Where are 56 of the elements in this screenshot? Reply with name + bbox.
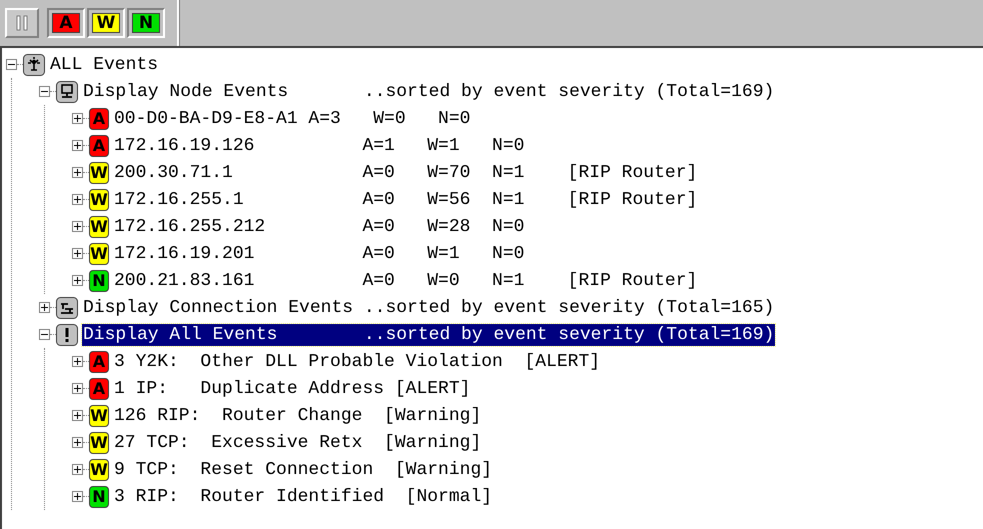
tree-item[interactable]: Display Connection Events ..sorted by event severity (Total=165)	[82, 296, 776, 318]
tree-item[interactable]: 3 Y2K: Other DLL Probable Violation [ALERT]	[113, 350, 602, 372]
tree-item[interactable]: 9 TCP: Reset Connection [Warning]	[113, 458, 494, 480]
warning-badge: W	[89, 242, 109, 264]
expand-toggle[interactable]	[72, 140, 83, 151]
warning-filter-button[interactable]: W	[87, 8, 125, 38]
tree-item[interactable]: 172.16.255.1 A=0 W=56 N=1 [RIP Router]	[113, 188, 698, 210]
tree-item[interactable]: 172.16.19.201 A=0 W=1 N=0	[113, 242, 526, 264]
tree-item[interactable]: ALL Events	[49, 54, 160, 76]
warning-badge: W	[89, 458, 109, 480]
normal-badge: N	[89, 486, 109, 508]
tree-item[interactable]: Display All Events ..sorted by event severity (Total=169)	[82, 324, 776, 346]
all-group-icon	[56, 324, 78, 346]
tree-item[interactable]: 172.16.255.212 A=0 W=28 N=0	[113, 216, 526, 238]
alert-badge: A	[89, 134, 109, 156]
warning-badge: W	[89, 188, 109, 210]
collapse-toggle[interactable]	[39, 329, 50, 340]
connections-group-icon	[56, 296, 78, 318]
expand-toggle[interactable]	[39, 302, 50, 313]
expand-toggle[interactable]	[72, 491, 83, 502]
normal-badge: N	[89, 270, 109, 292]
expand-toggle[interactable]	[72, 167, 83, 178]
expand-toggle[interactable]	[72, 383, 83, 394]
tree-item[interactable]: 126 RIP: Router Change [Warning]	[113, 404, 482, 426]
tree-item[interactable]: 27 TCP: Excessive Retx [Warning]	[113, 432, 482, 454]
expand-toggle[interactable]	[72, 221, 83, 232]
tree-item[interactable]: 1 IP: Duplicate Address [ALERT]	[113, 378, 472, 400]
alert-badge: A	[89, 108, 109, 130]
tree-item[interactable]: Display Node Events ..sorted by event severity (Total=169)	[82, 80, 776, 102]
warning-badge: W	[89, 162, 109, 184]
expand-toggle[interactable]	[72, 437, 83, 448]
alert-badge: A	[89, 378, 109, 400]
expand-toggle[interactable]	[72, 194, 83, 205]
collapse-toggle[interactable]	[6, 59, 17, 70]
expand-toggle[interactable]	[72, 464, 83, 475]
warning-badge: W	[89, 216, 109, 238]
nodes-group-icon	[56, 80, 78, 102]
expand-toggle[interactable]	[72, 275, 83, 286]
expand-toggle[interactable]	[72, 248, 83, 259]
expand-toggle[interactable]	[72, 113, 83, 124]
normal-filter-button[interactable]: N	[127, 8, 165, 38]
root-group-icon	[23, 54, 45, 76]
expand-toggle[interactable]	[72, 410, 83, 421]
pause-icon	[15, 15, 29, 31]
alert-badge: A	[89, 350, 109, 372]
collapse-toggle[interactable]	[39, 86, 50, 97]
expand-toggle[interactable]	[72, 356, 83, 367]
warning-badge: W	[89, 432, 109, 454]
alert-filter-button[interactable]: A	[47, 8, 85, 38]
pause-button[interactable]	[5, 8, 39, 38]
tree-item[interactable]: 3 RIP: Router Identified [Normal]	[113, 486, 494, 508]
tree-item[interactable]: 172.16.19.126 A=1 W=1 N=0	[113, 134, 526, 156]
warning-badge: W	[89, 404, 109, 426]
tree-item[interactable]: 200.21.83.161 A=0 W=0 N=1 [RIP Router]	[113, 270, 698, 292]
tree-item[interactable]: 00-D0-BA-D9-E8-A1 A=3 W=0 N=0	[113, 108, 472, 130]
tree-item[interactable]: 200.30.71.1 A=0 W=70 N=1 [RIP Router]	[113, 162, 698, 184]
